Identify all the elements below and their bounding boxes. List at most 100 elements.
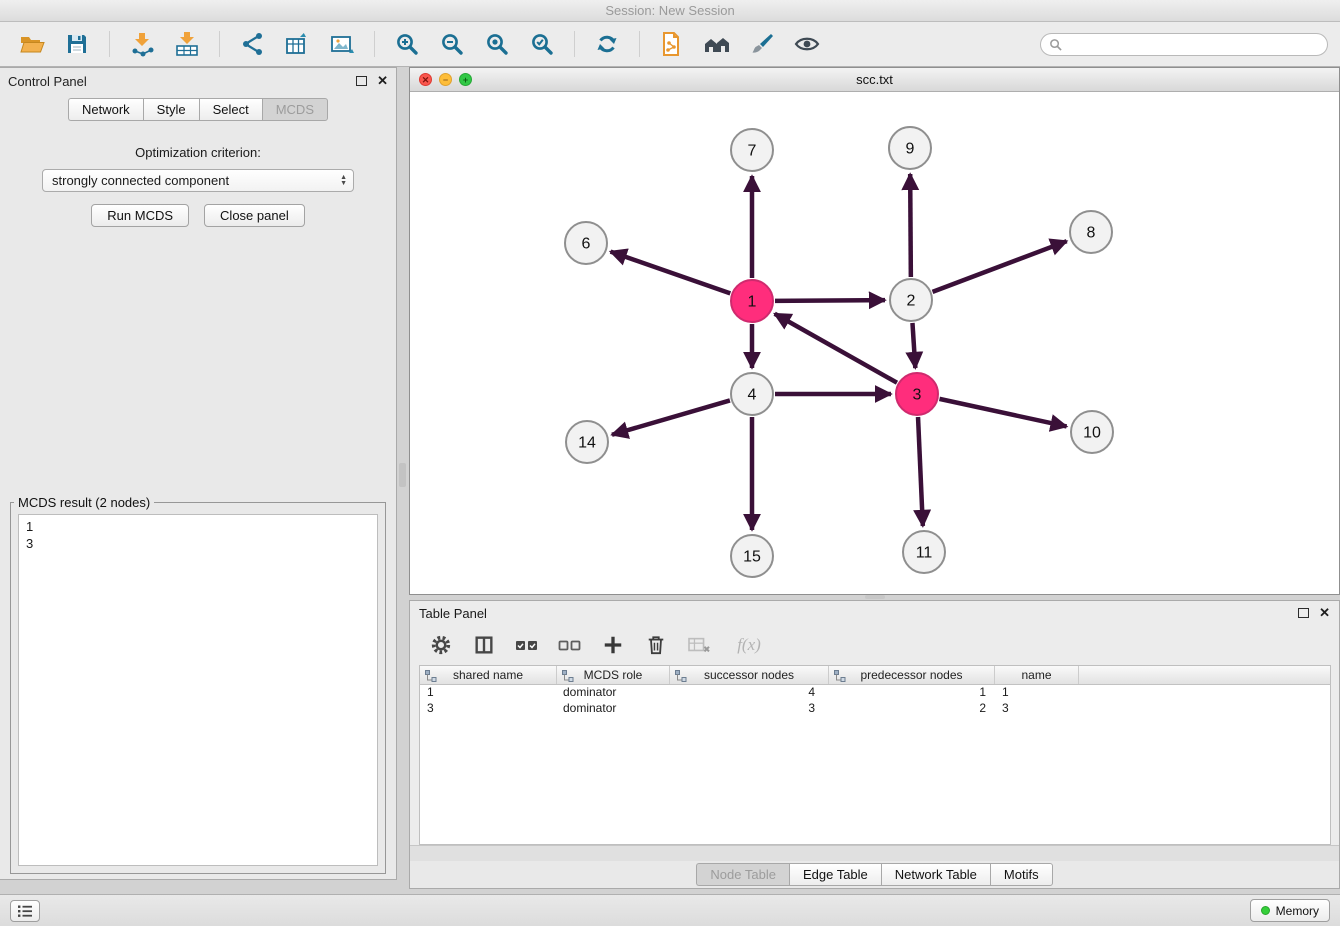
network-window-titlebar[interactable]: ✕ − + scc.txt xyxy=(410,68,1339,92)
tab-node-table[interactable]: Node Table xyxy=(696,863,789,886)
close-panel-button[interactable]: Close panel xyxy=(204,204,305,227)
search-input[interactable] xyxy=(1068,37,1319,51)
tab-mcds[interactable]: MCDS xyxy=(262,98,328,121)
show-columns-button[interactable] xyxy=(471,632,497,658)
vertical-splitter-handle[interactable] xyxy=(399,463,406,487)
table-row[interactable]: 3dominator323 xyxy=(420,701,1330,717)
tab-network-table[interactable]: Network Table xyxy=(881,863,990,886)
column-header-successor-nodes[interactable]: successor nodes xyxy=(670,666,829,684)
tab-select[interactable]: Select xyxy=(199,98,262,121)
graph-edge-3-1[interactable] xyxy=(775,314,897,383)
table-cell: 1 xyxy=(829,685,995,701)
graph-edge-3-11[interactable] xyxy=(918,417,923,526)
apply-layout-button[interactable] xyxy=(587,26,627,62)
import-network-file-button[interactable] xyxy=(122,26,162,62)
save-session-button[interactable] xyxy=(57,26,97,62)
show-style-button[interactable] xyxy=(742,26,782,62)
unchecked-boxes-icon xyxy=(558,637,582,653)
zoom-in-button[interactable] xyxy=(387,26,427,62)
graph-edge-4-14[interactable] xyxy=(612,400,730,434)
control-panel: Control Panel ✕ Network Style Select MCD… xyxy=(0,67,397,880)
gear-icon xyxy=(430,634,452,656)
column-label: shared name xyxy=(453,668,523,682)
column-label: MCDS role xyxy=(584,668,643,682)
column-label: successor nodes xyxy=(704,668,794,682)
memory-status-icon xyxy=(1261,906,1270,915)
tab-edge-table[interactable]: Edge Table xyxy=(789,863,881,886)
tab-network[interactable]: Network xyxy=(68,98,143,121)
horizontal-splitter-handle[interactable] xyxy=(865,595,885,599)
graph-node-label: 11 xyxy=(916,545,933,562)
refresh-icon xyxy=(594,31,620,57)
table-panel: Table Panel ✕ xyxy=(409,600,1340,889)
float-table-panel-icon[interactable] xyxy=(1298,608,1309,618)
close-table-panel-icon[interactable]: ✕ xyxy=(1319,608,1330,618)
graph-edge-1-6[interactable] xyxy=(611,252,731,294)
delete-row-button[interactable] xyxy=(643,632,669,658)
close-window-button[interactable]: ✕ xyxy=(419,73,432,86)
graph-edge-2-3[interactable] xyxy=(912,323,915,368)
column-header-shared-name[interactable]: shared name xyxy=(420,666,557,684)
add-row-button[interactable] xyxy=(600,632,626,658)
table-panel-title: Table Panel xyxy=(419,606,1298,621)
show-panels-button[interactable] xyxy=(10,900,40,922)
graph-edge-3-10[interactable] xyxy=(939,399,1066,427)
zoom-fit-button[interactable] xyxy=(477,26,517,62)
network-view[interactable]: 7968124314101511 xyxy=(410,92,1339,594)
import-table-file-button[interactable] xyxy=(167,26,207,62)
select-all-button[interactable] xyxy=(514,632,540,658)
zoom-out-button[interactable] xyxy=(432,26,472,62)
graph-edge-2-8[interactable] xyxy=(933,241,1067,292)
table-body[interactable]: 1dominator4113dominator323 xyxy=(419,685,1331,845)
table-tabs: Node Table Edge Table Network Table Moti… xyxy=(410,861,1339,888)
export-image-button[interactable] xyxy=(322,26,362,62)
clear-selection-button[interactable] xyxy=(557,632,583,658)
open-session-button[interactable] xyxy=(12,26,52,62)
float-panel-icon[interactable] xyxy=(356,76,367,86)
node-table: shared name MCDS role xyxy=(419,665,1331,845)
zoom-fit-icon xyxy=(485,32,509,56)
toolbar-search[interactable] xyxy=(1040,33,1328,56)
import-network-database-button[interactable] xyxy=(652,26,692,62)
table-row[interactable]: 1dominator411 xyxy=(420,685,1330,701)
control-panel-header: Control Panel ✕ xyxy=(0,68,396,94)
export-table-button[interactable] xyxy=(277,26,317,62)
control-panel-title: Control Panel xyxy=(8,74,356,89)
show-graphics-details-button[interactable] xyxy=(787,26,827,62)
mcds-result-item[interactable]: 3 xyxy=(26,535,370,552)
minimize-window-button[interactable]: − xyxy=(439,73,452,86)
graph-node-label: 2 xyxy=(907,293,916,310)
column-edit-icon xyxy=(675,670,687,682)
zoom-selected-button[interactable] xyxy=(522,26,562,62)
column-edit-icon xyxy=(425,670,437,682)
mcds-result-list[interactable]: 13 xyxy=(18,514,378,866)
column-header-predecessor-nodes[interactable]: predecessor nodes xyxy=(829,666,995,684)
zoom-in-icon xyxy=(395,32,419,56)
function-builder-button[interactable]: f(x) xyxy=(729,632,769,658)
mcds-result-item[interactable]: 1 xyxy=(26,518,370,535)
column-header-filler xyxy=(1079,666,1330,684)
table-panel-header: Table Panel ✕ xyxy=(410,601,1339,625)
column-header-name[interactable]: name xyxy=(995,666,1079,684)
graph-edge-1-2[interactable] xyxy=(775,300,885,301)
tab-motifs[interactable]: Motifs xyxy=(990,863,1053,886)
zoom-window-button[interactable]: + xyxy=(459,73,472,86)
optimization-criterion-select[interactable]: strongly connected component ▲▼ xyxy=(42,169,354,192)
table-settings-button[interactable] xyxy=(428,632,454,658)
window-titlebar: Session: New Session xyxy=(0,0,1340,22)
first-neighbors-button[interactable] xyxy=(697,26,737,62)
close-panel-icon[interactable]: ✕ xyxy=(377,76,388,86)
network-graph[interactable]: 7968124314101511 xyxy=(410,92,1339,594)
select-spinner-icon: ▲▼ xyxy=(340,175,347,187)
delete-table-button[interactable] xyxy=(686,632,712,658)
graph-node-label: 3 xyxy=(913,387,922,404)
graph-edge-2-9[interactable] xyxy=(910,174,911,277)
optimization-criterion-label: Optimization criterion: xyxy=(0,145,396,160)
column-header-mcds-role[interactable]: MCDS role xyxy=(557,666,670,684)
tab-style[interactable]: Style xyxy=(143,98,199,121)
export-network-button[interactable] xyxy=(232,26,272,62)
status-bar: Memory xyxy=(0,894,1340,926)
houses-icon xyxy=(703,32,731,56)
run-mcds-button[interactable]: Run MCDS xyxy=(91,204,189,227)
memory-button[interactable]: Memory xyxy=(1250,899,1330,922)
